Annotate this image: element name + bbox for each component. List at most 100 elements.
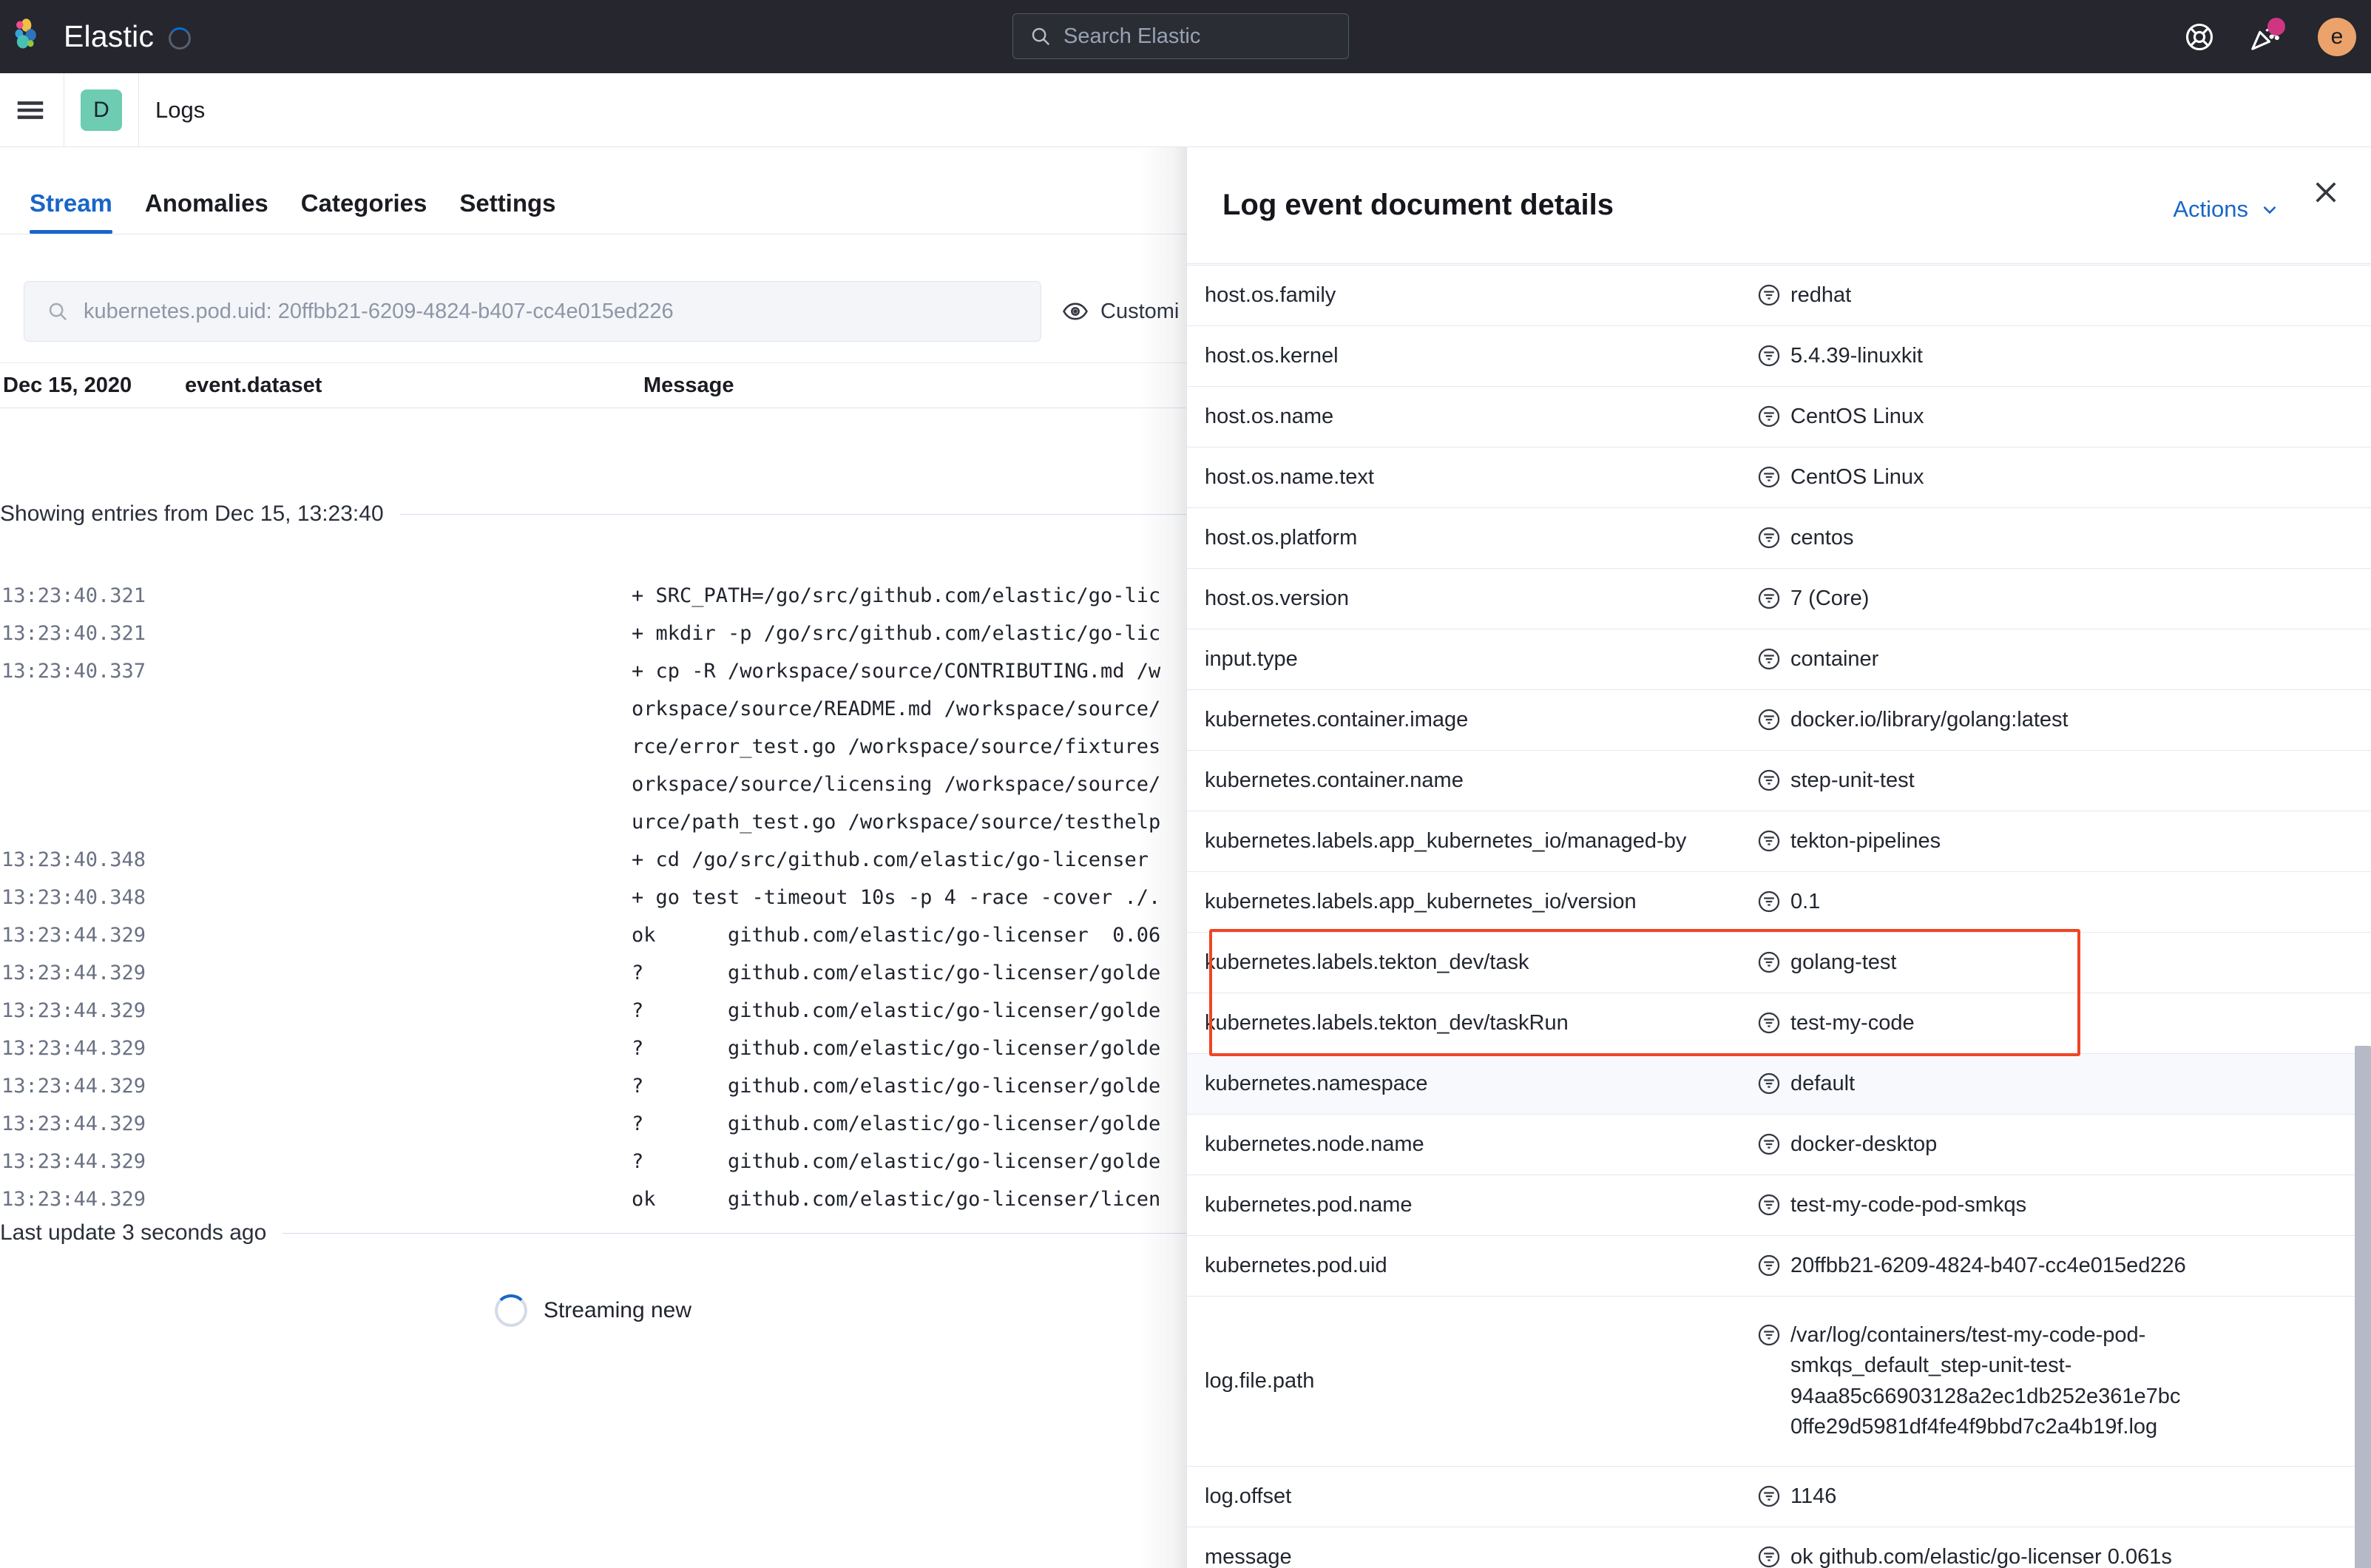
- detail-row[interactable]: kubernetes.labels.tekton_dev/taskRun test…: [1187, 993, 2371, 1053]
- help-button[interactable]: [2183, 21, 2216, 53]
- tab-categories[interactable]: Categories: [301, 189, 427, 234]
- detail-row[interactable]: host.os.kernel 5.4.39-linuxkit: [1187, 325, 2371, 386]
- loading-spinner-icon: [169, 27, 192, 50]
- filter-for-value-icon[interactable]: [1756, 1192, 1782, 1217]
- log-entry-row[interactable]: 13:23:44.329 ok github.com/elastic/go-lic…: [0, 916, 1186, 954]
- document-details-table[interactable]: host.os.family redhat host.os.kernel 5.4.39…: [1187, 265, 2371, 1568]
- breadcrumb[interactable]: Logs: [155, 97, 205, 124]
- log-entry-row[interactable]: 13:23:40.337 + cp -R /workspace/source/CO…: [0, 652, 1186, 690]
- log-entry-row[interactable]: 13:23:44.329 ? github.com/elastic/go-lice…: [0, 1105, 1186, 1143]
- tab-anomalies[interactable]: Anomalies: [145, 189, 268, 234]
- global-search-input[interactable]: Search Elastic: [1012, 13, 1349, 59]
- filter-for-value-icon[interactable]: [1756, 889, 1782, 914]
- detail-row[interactable]: kubernetes.labels.app_kubernetes_io/mana…: [1187, 811, 2371, 871]
- log-entry-row[interactable]: 13:23:40.348 + cd /go/src/github.com/elas…: [0, 841, 1186, 879]
- log-entry-row[interactable]: urce/path_test.go /workspace/source/test…: [0, 803, 1186, 841]
- filter-for-value-icon[interactable]: [1756, 1484, 1782, 1509]
- log-entry-message: orkspace/source/licensing /workspace/sou…: [632, 773, 1161, 796]
- detail-field-name: kubernetes.labels.app_kubernetes_io/vers…: [1205, 890, 1637, 913]
- elastic-home-link[interactable]: Elastic: [12, 18, 154, 56]
- detail-row[interactable]: kubernetes.container.image docker.io/libr…: [1187, 689, 2371, 750]
- log-entry-row[interactable]: 13:23:44.329 ? github.com/elastic/go-lice…: [0, 1143, 1186, 1180]
- log-entry-row[interactable]: 13:23:40.321 + mkdir -p /go/src/github.co…: [0, 615, 1186, 652]
- filter-for-value-icon[interactable]: [1756, 828, 1782, 854]
- log-entry-row[interactable]: 13:23:44.329 ? github.com/elastic/go-lice…: [0, 954, 1186, 992]
- loading-spinner-icon: [494, 1294, 527, 1327]
- customize-button[interactable]: Customi: [1062, 298, 1179, 325]
- filter-for-value-icon[interactable]: [1756, 768, 1782, 793]
- eye-icon: [1063, 303, 1088, 320]
- user-avatar[interactable]: e: [2318, 17, 2356, 56]
- detail-row[interactable]: kubernetes.pod.uid 20ffbb21-6209-4824-b40…: [1187, 1235, 2371, 1296]
- filter-for-value-icon[interactable]: [1756, 950, 1782, 975]
- detail-row[interactable]: kubernetes.container.name step-unit-test: [1187, 750, 2371, 811]
- detail-row[interactable]: input.type container: [1187, 629, 2371, 689]
- log-query-input[interactable]: kubernetes.pod.uid: 20ffbb21-6209-4824-b…: [24, 281, 1041, 342]
- log-entry-row[interactable]: 13:23:40.321 + SRC_PATH=/go/src/github.co…: [0, 577, 1186, 615]
- news-button[interactable]: [2248, 17, 2285, 53]
- filter-for-value-icon[interactable]: [1756, 404, 1782, 429]
- log-entry-message: ? github.com/elastic/go-licenser/golde: [632, 1112, 1161, 1135]
- detail-row[interactable]: host.os.version 7 (Core): [1187, 568, 2371, 629]
- detail-field-name: kubernetes.labels.tekton_dev/taskRun: [1205, 1011, 1569, 1035]
- filter-for-value-icon[interactable]: [1756, 586, 1782, 611]
- log-entry-row[interactable]: orkspace/source/licensing /workspace/sou…: [0, 766, 1186, 803]
- log-entry-message: + mkdir -p /go/src/github.com/elastic/go…: [632, 622, 1161, 645]
- detail-row[interactable]: kubernetes.namespace default: [1187, 1053, 2371, 1114]
- detail-field-name: kubernetes.node.name: [1205, 1132, 1424, 1156]
- filter-for-value-icon[interactable]: [1756, 464, 1782, 490]
- detail-row[interactable]: kubernetes.pod.name test-my-code-pod-smkq…: [1187, 1175, 2371, 1235]
- space-avatar[interactable]: D: [81, 89, 122, 131]
- detail-row[interactable]: kubernetes.labels.app_kubernetes_io/vers…: [1187, 871, 2371, 932]
- detail-field-name: kubernetes.container.image: [1205, 708, 1469, 731]
- detail-row[interactable]: host.os.family redhat: [1187, 265, 2371, 325]
- global-search-placeholder: Search Elastic: [1063, 24, 1201, 48]
- log-entry-row[interactable]: rce/error_test.go /workspace/source/fixt…: [0, 728, 1186, 766]
- log-entry-list[interactable]: 13:23:40.321 + SRC_PATH=/go/src/github.co…: [0, 577, 1186, 1218]
- showing-entries-row: Showing entries from Dec 15, 13:23:40: [0, 501, 1186, 527]
- filter-for-value-icon[interactable]: [1756, 1544, 1782, 1568]
- detail-field-value-cell: redhat: [1756, 280, 2371, 311]
- detail-row[interactable]: log.offset 1146: [1187, 1466, 2371, 1527]
- tab-stream[interactable]: Stream: [30, 189, 112, 234]
- log-entry-row[interactable]: 13:23:44.329 ok github.com/elastic/go-lic…: [0, 1180, 1186, 1218]
- detail-field-value-cell: test-my-code-pod-smkqs: [1756, 1190, 2371, 1220]
- detail-row[interactable]: host.os.platform centos: [1187, 507, 2371, 568]
- log-entry-message: ok github.com/elastic/go-licenser/licen: [632, 1188, 1161, 1211]
- tab-settings[interactable]: Settings: [459, 189, 555, 234]
- detail-field-name: log.file.path: [1205, 1369, 1315, 1393]
- filter-for-value-icon[interactable]: [1756, 343, 1782, 368]
- detail-field-value: container: [1790, 646, 1879, 671]
- detail-field-name: host.os.name.text: [1205, 465, 1374, 489]
- detail-field-value-cell: test-my-code: [1756, 1008, 2371, 1038]
- filter-for-value-icon[interactable]: [1756, 646, 1782, 672]
- log-entry-row[interactable]: orkspace/source/README.md /workspace/sou…: [0, 690, 1186, 728]
- detail-field-value: tekton-pipelines: [1790, 828, 1941, 853]
- log-entry-timestamp: 13:23:44.329: [1, 1075, 146, 1098]
- detail-row[interactable]: host.os.name.text CentOS Linux: [1187, 447, 2371, 507]
- log-entry-message: + cp -R /workspace/source/CONTRIBUTING.m…: [632, 660, 1161, 683]
- detail-row[interactable]: log.file.path/var/log/containers/test-my…: [1187, 1296, 2371, 1466]
- log-entry-row[interactable]: 13:23:44.329 ? github.com/elastic/go-lice…: [0, 992, 1186, 1030]
- detail-row[interactable]: host.os.name CentOS Linux: [1187, 386, 2371, 447]
- log-entry-row[interactable]: 13:23:44.329 ? github.com/elastic/go-lice…: [0, 1067, 1186, 1105]
- filter-for-value-icon[interactable]: [1756, 1132, 1782, 1157]
- filter-for-value-icon[interactable]: [1756, 1322, 1782, 1348]
- flyout-scrollbar[interactable]: [2355, 1046, 2371, 1568]
- detail-row[interactable]: kubernetes.node.name docker-desktop: [1187, 1114, 2371, 1175]
- actions-button[interactable]: Actions: [2173, 196, 2281, 223]
- filter-for-value-icon[interactable]: [1756, 1071, 1782, 1096]
- filter-for-value-icon[interactable]: [1756, 707, 1782, 732]
- hamburger-menu-icon[interactable]: [13, 93, 47, 127]
- filter-for-value-icon[interactable]: [1756, 283, 1782, 308]
- filter-for-value-icon[interactable]: [1756, 525, 1782, 550]
- log-entry-row[interactable]: 13:23:40.348 + go test -timeout 10s -p 4 …: [0, 879, 1186, 916]
- close-icon[interactable]: [2310, 177, 2341, 208]
- detail-row[interactable]: kubernetes.labels.tekton_dev/task golang-…: [1187, 932, 2371, 993]
- filter-for-value-icon[interactable]: [1756, 1253, 1782, 1278]
- log-entry-row[interactable]: 13:23:44.329 ? github.com/elastic/go-lice…: [0, 1030, 1186, 1067]
- filter-for-value-icon[interactable]: [1756, 1010, 1782, 1035]
- detail-row[interactable]: message ok github.com/elastic/go-licenser…: [1187, 1527, 2371, 1568]
- last-update-row: Last update 3 seconds ago: [0, 1220, 1186, 1246]
- log-entry-message: orkspace/source/README.md /workspace/sou…: [632, 697, 1161, 720]
